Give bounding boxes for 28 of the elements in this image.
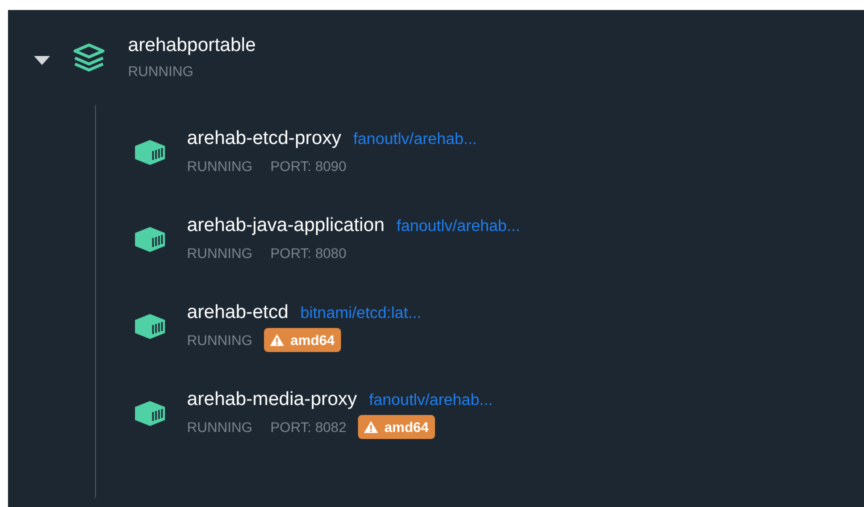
- warning-icon: [270, 334, 284, 346]
- image-link[interactable]: fanoutlv/arehab...: [396, 215, 520, 239]
- image-link[interactable]: fanoutlv/arehab...: [353, 128, 477, 152]
- container-icon: [133, 399, 167, 427]
- container-status: RUNNING: [187, 418, 252, 436]
- caret-button[interactable]: [34, 54, 50, 66]
- container-status: RUNNING: [187, 330, 252, 350]
- badge-label: amd64: [384, 418, 429, 436]
- container-name: arehab-java-application: [187, 214, 385, 238]
- container-icon: [133, 138, 167, 166]
- warning-icon: [364, 421, 378, 433]
- port-label: PORT: 8080: [270, 244, 346, 262]
- container-name: arehab-media-proxy: [187, 388, 358, 412]
- stack-status: RUNNING: [128, 62, 194, 80]
- caret-icon: [34, 56, 50, 64]
- container-status: RUNNING: [187, 244, 252, 262]
- container-name: arehab-etcd: [187, 301, 288, 325]
- badge-label: amd64: [290, 330, 335, 350]
- stack-name: arehabportable: [128, 34, 256, 58]
- container-status: RUNNING: [187, 156, 252, 176]
- port-label: PORT: 8090: [270, 156, 346, 176]
- container-name: arehab-etcd-proxy: [187, 127, 342, 151]
- layers-icon: [71, 42, 107, 72]
- image-link[interactable]: bitnami/etcd:lat...: [300, 302, 422, 326]
- port-label: PORT: 8082: [270, 418, 346, 436]
- container-icon: [133, 225, 167, 253]
- container-icon: [133, 312, 167, 340]
- image-link[interactable]: fanoutlv/arehab...: [369, 389, 493, 413]
